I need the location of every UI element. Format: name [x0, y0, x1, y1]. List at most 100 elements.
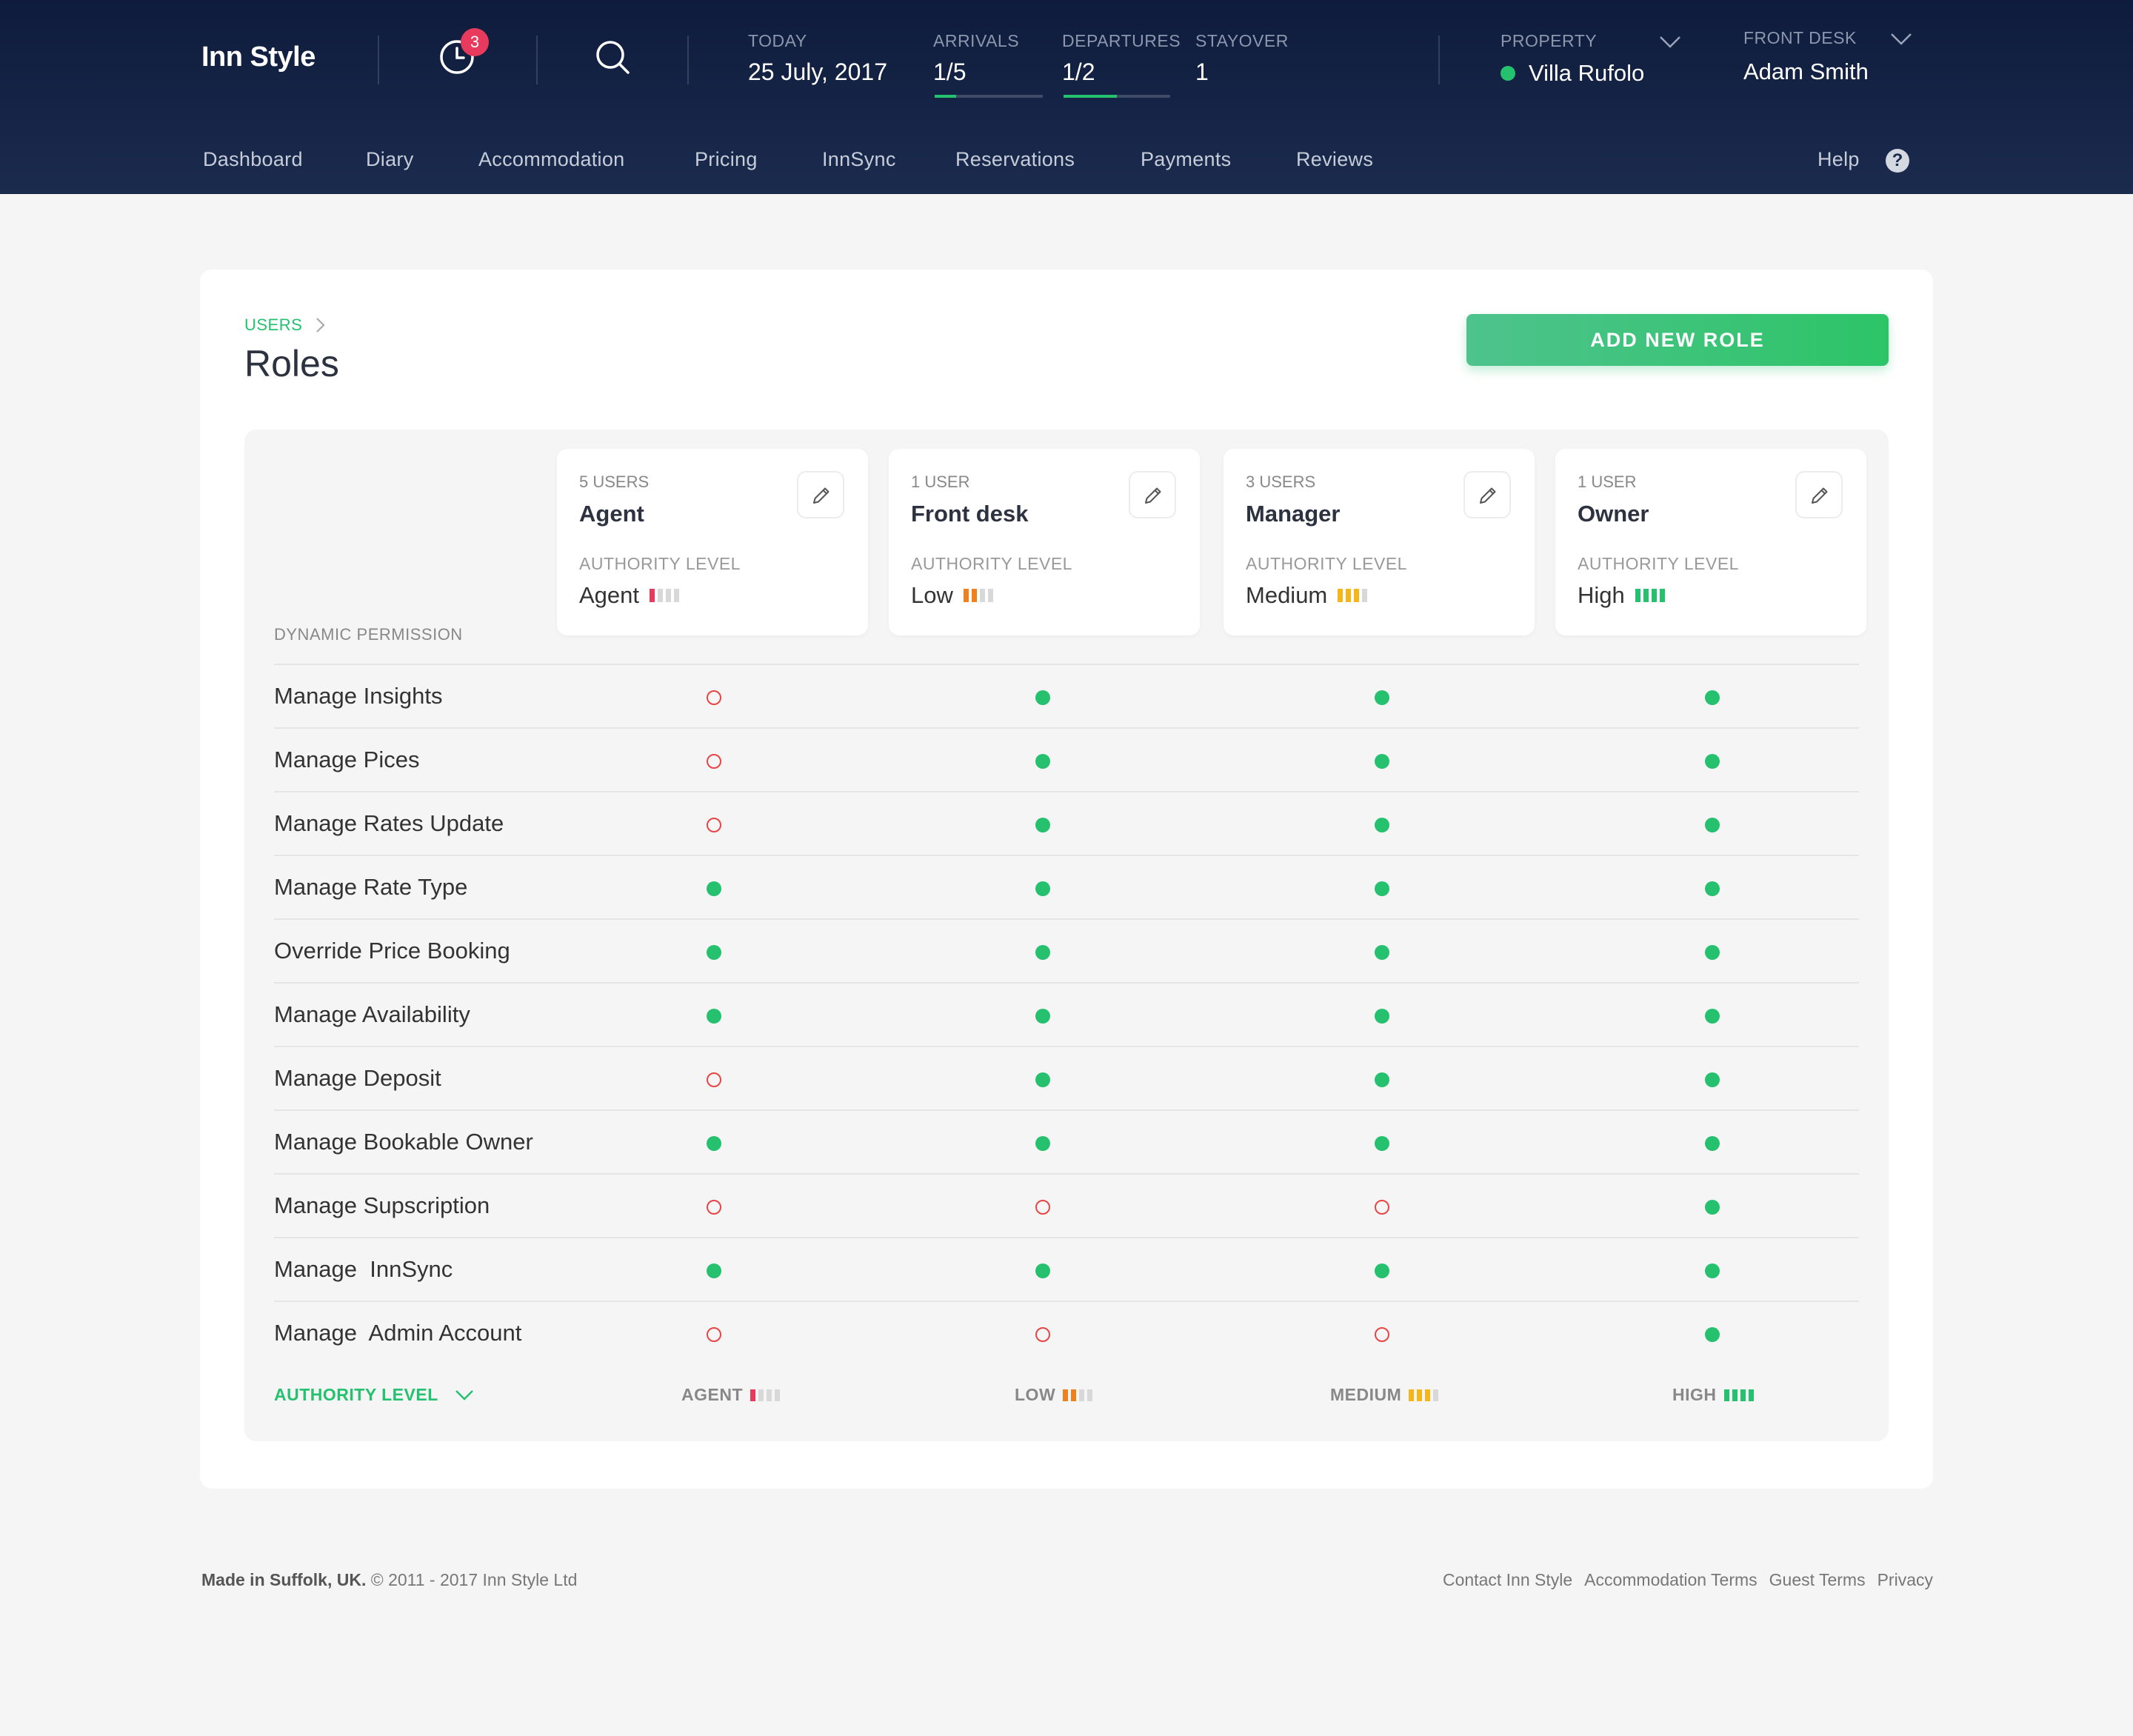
- permission-granted-dot[interactable]: [1705, 1263, 1720, 1278]
- chevron-down-icon[interactable]: [1659, 36, 1681, 49]
- edit-role-button[interactable]: [1463, 471, 1511, 518]
- nav-help[interactable]: Help: [1817, 148, 1860, 171]
- pencil-icon: [1812, 487, 1828, 504]
- permission-granted-dot[interactable]: [1375, 818, 1389, 832]
- permission-granted-dot[interactable]: [1035, 818, 1050, 832]
- permission-granted-dot[interactable]: [1705, 1009, 1720, 1024]
- brand-logo[interactable]: Inn Style: [201, 41, 316, 73]
- nav-pricing[interactable]: Pricing: [695, 148, 758, 171]
- permission-granted-dot[interactable]: [1705, 945, 1720, 960]
- nav-accommodation[interactable]: Accommodation: [478, 148, 625, 171]
- permission-granted-dot[interactable]: [1035, 881, 1050, 896]
- permission-granted-dot[interactable]: [707, 881, 721, 896]
- permission-name: Manage Deposit: [274, 1065, 441, 1091]
- front-desk-selector[interactable]: FRONT DESK Adam Smith: [1743, 28, 1869, 85]
- permission-denied-dot[interactable]: [707, 1327, 721, 1342]
- permission-granted-dot[interactable]: [1375, 881, 1389, 896]
- permission-granted-dot[interactable]: [707, 1136, 721, 1151]
- permission-granted-dot[interactable]: [1035, 690, 1050, 705]
- permission-granted-dot[interactable]: [1705, 818, 1720, 832]
- stayover-label: STAYOVER: [1195, 31, 1289, 50]
- edit-role-button[interactable]: [1795, 471, 1843, 518]
- pencil-icon: [1480, 487, 1496, 504]
- nav-payments[interactable]: Payments: [1141, 148, 1231, 171]
- permission-granted-dot[interactable]: [707, 1263, 721, 1278]
- permission-denied-dot[interactable]: [707, 818, 721, 832]
- chevron-down-icon[interactable]: [1890, 33, 1912, 46]
- permission-granted-dot[interactable]: [1375, 690, 1389, 705]
- footer-credits: Made in Suffolk, UK. © 2011 - 2017 Inn S…: [201, 1570, 577, 1590]
- permission-denied-dot[interactable]: [707, 754, 721, 769]
- footer-link-guest-terms[interactable]: Guest Terms: [1769, 1570, 1866, 1590]
- permission-granted-dot[interactable]: [1705, 1136, 1720, 1151]
- authority-text: High: [1578, 582, 1625, 608]
- nav-diary[interactable]: Diary: [366, 148, 414, 171]
- permission-granted-dot[interactable]: [1705, 754, 1720, 769]
- permission-granted-dot[interactable]: [1705, 1072, 1720, 1087]
- breadcrumb-users[interactable]: USERS: [244, 316, 302, 335]
- property-status-dot: [1501, 66, 1515, 81]
- help-icon[interactable]: ?: [1886, 149, 1909, 173]
- front-desk-label: FRONT DESK: [1743, 28, 1857, 47]
- permission-denied-dot[interactable]: [707, 1072, 721, 1087]
- property-label: PROPERTY: [1501, 31, 1598, 50]
- role-user-count: 1 USER: [911, 473, 970, 491]
- role-user-count: 5 USERS: [579, 473, 650, 491]
- permission-granted-dot[interactable]: [1375, 1263, 1389, 1278]
- nav-reservations[interactable]: Reservations: [955, 148, 1075, 171]
- edit-role-button[interactable]: [797, 471, 844, 518]
- permission-granted-dot[interactable]: [1375, 1136, 1389, 1151]
- property-selector[interactable]: PROPERTY Villa Rufolo: [1501, 31, 1644, 87]
- permission-granted-dot[interactable]: [1035, 1136, 1050, 1151]
- add-new-role-button[interactable]: ADD NEW ROLE: [1466, 314, 1889, 366]
- permission-granted-dot[interactable]: [1035, 945, 1050, 960]
- footer-level-low: LOW: [1015, 1385, 1095, 1405]
- footer-level-agent: AGENT: [681, 1385, 783, 1405]
- permission-denied-dot[interactable]: [1035, 1327, 1050, 1342]
- permission-denied-dot[interactable]: [707, 690, 721, 705]
- footer-level-medium: MEDIUM: [1330, 1385, 1441, 1405]
- permission-granted-dot[interactable]: [1035, 1072, 1050, 1087]
- permission-denied-dot[interactable]: [1375, 1200, 1389, 1215]
- permission-granted-dot[interactable]: [1035, 754, 1050, 769]
- permission-granted-dot[interactable]: [1705, 1200, 1720, 1215]
- permission-denied-dot[interactable]: [1035, 1200, 1050, 1215]
- permission-granted-dot[interactable]: [1035, 1263, 1050, 1278]
- edit-role-button[interactable]: [1129, 471, 1176, 518]
- permission-row: Manage Bookable Owner: [274, 1109, 1859, 1173]
- permission-granted-dot[interactable]: [1705, 690, 1720, 705]
- arrivals-stat[interactable]: ARRIVALS 1/5: [933, 31, 1019, 86]
- top-header: Inn Style 3 TODAY 25 July, 2017 ARRIVALS…: [0, 0, 2133, 194]
- nav-innsync[interactable]: InnSync: [822, 148, 896, 171]
- role-user-count: 3 USERS: [1246, 473, 1316, 491]
- arrivals-label: ARRIVALS: [933, 31, 1020, 50]
- role-user-count: 1 USER: [1578, 473, 1637, 491]
- permission-granted-dot[interactable]: [707, 945, 721, 960]
- departures-stat[interactable]: DEPARTURES 1/2: [1062, 31, 1181, 86]
- permission-denied-dot[interactable]: [707, 1200, 721, 1215]
- footer-link-accommodation-terms[interactable]: Accommodation Terms: [1584, 1570, 1758, 1590]
- made-in: Made in Suffolk, UK.: [201, 1570, 367, 1589]
- permission-name: Manage InnSync: [274, 1256, 453, 1282]
- nav-reviews[interactable]: Reviews: [1296, 148, 1373, 171]
- permission-denied-dot[interactable]: [1375, 1327, 1389, 1342]
- footer-link-contact[interactable]: Contact Inn Style: [1443, 1570, 1572, 1590]
- stayover-stat[interactable]: STAYOVER 1: [1195, 31, 1289, 86]
- nav-dashboard[interactable]: Dashboard: [203, 148, 303, 171]
- permission-granted-dot[interactable]: [707, 1009, 721, 1024]
- permission-granted-dot[interactable]: [1375, 1009, 1389, 1024]
- permission-granted-dot[interactable]: [1375, 754, 1389, 769]
- permission-granted-dot[interactable]: [1035, 1009, 1050, 1024]
- permission-granted-dot[interactable]: [1375, 1072, 1389, 1087]
- arrivals-value: 1/5: [933, 59, 967, 85]
- chevron-down-icon: [455, 1389, 473, 1401]
- breadcrumb[interactable]: USERS: [244, 316, 326, 335]
- authority-level-toggle[interactable]: AUTHORITY LEVEL: [274, 1385, 474, 1405]
- authority-level-footer: AUTHORITY LEVEL AGENT LOW MEDIUM HIGH: [274, 1385, 1859, 1415]
- permission-granted-dot[interactable]: [1375, 945, 1389, 960]
- authority-text: Medium: [1246, 582, 1328, 608]
- search-icon[interactable]: [592, 37, 632, 77]
- permission-granted-dot[interactable]: [1705, 1327, 1720, 1342]
- footer-link-privacy[interactable]: Privacy: [1877, 1570, 1933, 1590]
- permission-granted-dot[interactable]: [1705, 881, 1720, 896]
